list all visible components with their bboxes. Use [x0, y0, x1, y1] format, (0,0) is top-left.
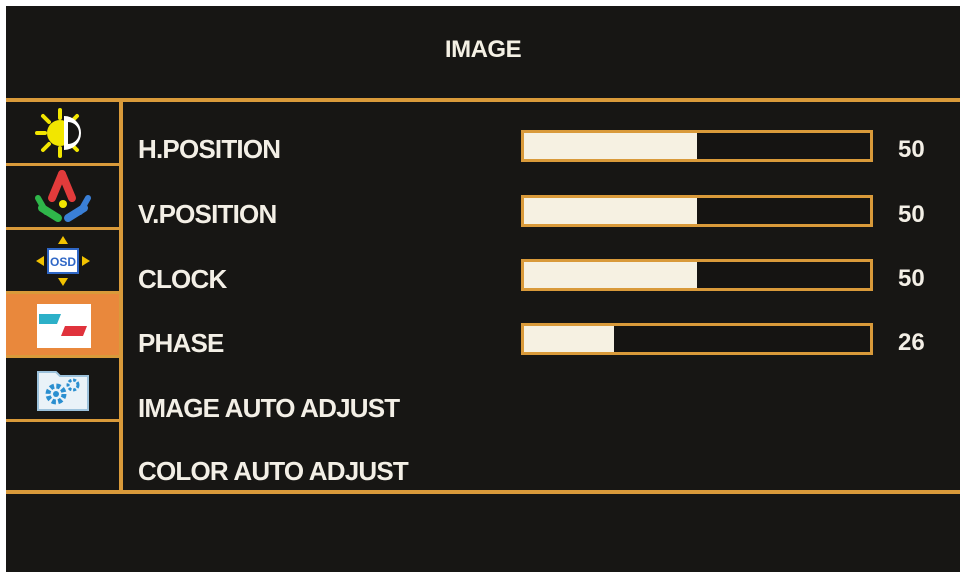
tab-color[interactable]: [6, 166, 119, 230]
settings-gears-icon: [36, 370, 89, 411]
h-position-value: 50: [898, 136, 925, 163]
menu-item-color-auto-adjust[interactable]: COLOR AUTO ADJUST: [138, 456, 409, 487]
tab-image[interactable]: [6, 294, 119, 358]
phase-value: 26: [898, 329, 925, 356]
sidebar-divider: [119, 98, 123, 494]
menu-title: IMAGE: [444, 36, 522, 63]
clock-slider[interactable]: [521, 259, 873, 291]
tab-osd[interactable]: OSD: [6, 230, 119, 294]
top-divider: [6, 98, 960, 102]
h-position-slider[interactable]: [521, 130, 873, 162]
menu-item-v-position[interactable]: V.POSITION: [138, 199, 277, 230]
menu-item-phase[interactable]: PHASE: [138, 328, 224, 359]
svg-text:OSD: OSD: [49, 255, 75, 269]
menu-item-h-position[interactable]: H.POSITION: [138, 134, 281, 165]
menu-item-image-auto-adjust[interactable]: IMAGE AUTO ADJUST: [138, 393, 400, 424]
monitor-osd-screen: IMAGE OSD H.POSITION 50 V.POSITION 50 CL…: [6, 6, 960, 572]
tab-settings[interactable]: [6, 358, 119, 422]
h-position-slider-fill: [524, 133, 697, 159]
clock-slider-fill: [524, 262, 697, 288]
bottom-divider: [6, 490, 960, 494]
color-icon: [34, 169, 91, 222]
clock-value: 50: [898, 265, 925, 292]
menu-item-clock[interactable]: CLOCK: [138, 264, 227, 295]
v-position-value: 50: [898, 201, 925, 228]
image-geometry-icon: [36, 303, 91, 348]
phase-slider[interactable]: [521, 323, 873, 355]
brightness-contrast-icon: [34, 107, 81, 158]
v-position-slider[interactable]: [521, 195, 873, 227]
phase-slider-fill: [524, 326, 614, 352]
tab-brightness[interactable]: [6, 102, 119, 166]
v-position-slider-fill: [524, 198, 697, 224]
osd-icon: OSD: [35, 235, 90, 286]
